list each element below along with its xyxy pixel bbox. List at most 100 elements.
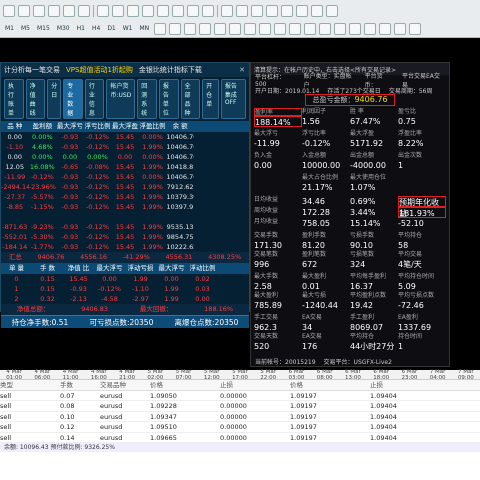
toolbar-button-icon[interactable] xyxy=(33,4,45,17)
toolbar-button-icon[interactable] xyxy=(172,4,184,17)
toolbar-button-icon[interactable] xyxy=(319,22,332,35)
toolbar-button-icon[interactable] xyxy=(184,22,197,35)
report-cell: 0.01 xyxy=(302,282,320,291)
toolbar-button-icon[interactable] xyxy=(236,4,248,17)
table-cell: -0.93 xyxy=(61,143,79,151)
toolbar-button-icon[interactable] xyxy=(334,22,347,35)
table-row[interactable]: sell 0.12 eurusd 1.09510 0.00000 1.09197 1.094… xyxy=(0,422,480,433)
toolbar-button-icon[interactable] xyxy=(142,4,154,17)
panel-button[interactable]: 执行账单 xyxy=(4,79,24,119)
toolbar-button-icon[interactable] xyxy=(112,4,124,17)
toolbar-button-icon[interactable] xyxy=(281,4,293,17)
table-cell: 1.09404 xyxy=(370,433,397,442)
toolbar-button-icon[interactable] xyxy=(251,4,263,17)
table-row[interactable]: sell 0.10 eurusd 1.09347 0.00000 1.09197 1.094… xyxy=(0,412,480,422)
toolbar-button-icon[interactable] xyxy=(187,4,199,17)
column-header: 止损 xyxy=(220,381,233,389)
toolbar-button-icon[interactable] xyxy=(214,22,227,35)
report-grid-g4: 最大占仓比例 最大使用仓位 21.17% 1.07% xyxy=(251,174,449,193)
timeframe-m15[interactable]: M15 xyxy=(35,25,52,32)
toolbar-button-icon[interactable] xyxy=(154,22,167,35)
report-cell: 最大浮亏 xyxy=(254,130,279,137)
toolbar-button-icon[interactable] xyxy=(221,4,233,17)
summary-value: -41.29% xyxy=(122,253,150,261)
toolbar-button-icon[interactable] xyxy=(3,4,15,17)
toolbar-button-icon[interactable] xyxy=(289,22,302,35)
timeframe-w1[interactable]: W1 xyxy=(121,25,135,32)
toolbar-button-icon[interactable] xyxy=(169,22,182,35)
toolbar-button-icon[interactable] xyxy=(202,4,214,17)
panel-button[interactable]: 行业信息 xyxy=(84,79,105,119)
table-cell xyxy=(194,202,222,212)
toolbar-button-icon[interactable] xyxy=(304,22,317,35)
column-header: 止损 xyxy=(370,381,383,389)
toolbar-button-icon[interactable] xyxy=(296,4,308,17)
panel-button[interactable]: 回测系统 xyxy=(137,79,157,119)
net-value: 9406.83 xyxy=(81,305,109,313)
toolbar-button-icon[interactable] xyxy=(78,4,90,17)
tab-analysis[interactable]: 计分析每一笔交易 xyxy=(4,65,60,75)
table-row[interactable]: sell 0.14 eurusd 1.09665 0.00000 1.09197 1.094… xyxy=(0,433,480,443)
panel-button[interactable]: 分日 xyxy=(47,79,62,119)
table-cell: eurusd xyxy=(100,391,123,400)
table-cell: eurusd xyxy=(100,402,123,410)
table-cell xyxy=(221,202,249,212)
panel-button[interactable]: 开仓单 xyxy=(202,79,219,119)
table-cell: sell xyxy=(0,402,11,410)
report-cell: 月均收益 xyxy=(254,218,279,225)
table-cell xyxy=(166,212,194,222)
toolbar-button-icon[interactable] xyxy=(311,4,323,17)
panel-button[interactable]: 帐户货币:USD xyxy=(106,79,136,119)
toolbar-button-icon[interactable] xyxy=(364,22,377,35)
timeframe-d1[interactable]: D1 xyxy=(105,25,117,32)
toolbar-button-icon[interactable] xyxy=(97,4,109,17)
table-cell xyxy=(221,152,249,162)
timeframe-h4[interactable]: H4 xyxy=(90,25,102,32)
table-cell: 15.45 xyxy=(115,183,135,191)
toolbar-button-icon[interactable] xyxy=(63,4,75,17)
toolbar-button-icon[interactable] xyxy=(157,4,169,17)
toolbar-button-icon[interactable] xyxy=(244,22,257,35)
timeframe-h1[interactable]: H1 xyxy=(75,25,87,32)
table-cell: -2.13 xyxy=(70,295,87,303)
timeframe-m30[interactable]: M30 xyxy=(55,25,72,32)
toolbar-button-icon[interactable] xyxy=(349,22,362,35)
table-row[interactable]: sell 0.07 eurusd 1.09050 0.00000 1.09197 1.094… xyxy=(0,391,480,401)
panel-button[interactable]: 报告单位 xyxy=(158,79,179,119)
toolbar-button-icon[interactable] xyxy=(48,4,60,17)
toolbar-button-icon[interactable] xyxy=(379,22,392,35)
table-row[interactable]: sell 0.08 eurusd 1.09228 0.00000 1.09197 1.094… xyxy=(0,401,480,412)
toolbar-button-icon[interactable] xyxy=(127,4,139,17)
toolbar-button-icon[interactable] xyxy=(229,22,242,35)
toolbar-button-icon[interactable] xyxy=(199,22,212,35)
table-cell xyxy=(221,142,249,152)
toolbar-button-icon[interactable] xyxy=(266,4,278,17)
close-icon[interactable]: ✕ xyxy=(239,66,245,74)
table-cell: 1.99% xyxy=(142,203,163,211)
timeframe-m1[interactable]: M1 xyxy=(3,25,16,32)
tab-indicator[interactable]: 金银比统计指标下载 xyxy=(139,65,202,75)
timeframe-mn[interactable]: MN xyxy=(138,25,152,32)
column-header: 浮盈比例 xyxy=(138,121,167,132)
axis-tick: 6 Mar 03:00 xyxy=(288,368,305,381)
timeframe-m5[interactable]: M5 xyxy=(19,25,32,32)
column-header: 最大浮亏 xyxy=(156,263,187,274)
toolbar-button-icon[interactable] xyxy=(394,22,407,35)
orders-table: sell 0.07 eurusd 1.09050 0.00000 1.09197 1.094… xyxy=(0,391,480,443)
report-cell: 最大使用仓位 xyxy=(350,174,387,181)
table-cell: -0.12% xyxy=(85,243,109,251)
table-cell: -0.12% xyxy=(85,193,109,201)
toolbar-button-icon[interactable] xyxy=(259,22,272,35)
axis-tick: 5 Mar 02:00 xyxy=(147,368,164,381)
table-cell: 1.09347 xyxy=(150,412,177,421)
toolbar-button-icon[interactable] xyxy=(18,4,30,17)
tab-vps[interactable]: VPS超值活动1折起购 xyxy=(66,65,133,75)
panel-button[interactable]: 报告集成OFF xyxy=(220,79,247,119)
report-cell: 平均持仓 xyxy=(398,232,423,239)
toolbar-button-icon[interactable] xyxy=(326,4,338,17)
panel-button[interactable]: 专业数据 xyxy=(63,79,83,119)
panel-button[interactable]: 净值曲线 xyxy=(25,79,46,119)
toolbar-button-icon[interactable] xyxy=(274,22,287,35)
toolbar-button-icon[interactable] xyxy=(409,22,422,35)
panel-button[interactable]: 全部品种 xyxy=(180,79,201,119)
